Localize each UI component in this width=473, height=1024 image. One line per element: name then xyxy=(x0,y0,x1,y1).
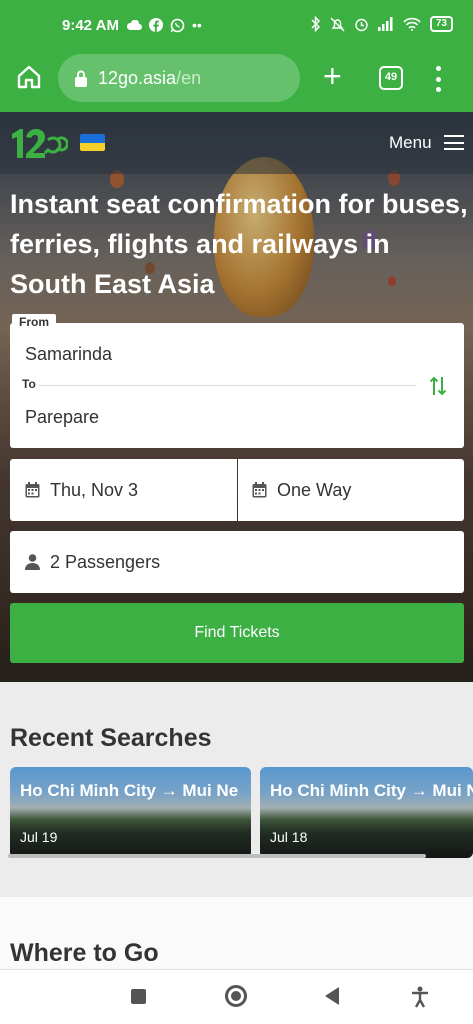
hamburger-menu-icon[interactable] xyxy=(444,135,464,150)
browser-menu-icon[interactable] xyxy=(428,66,448,92)
to-field[interactable]: Parepare xyxy=(25,407,99,428)
date-value: Thu, Nov 3 xyxy=(50,479,139,500)
home-icon[interactable] xyxy=(16,64,42,90)
address-bar[interactable]: 12go.asia/en xyxy=(58,54,300,102)
battery-icon: 73 xyxy=(429,16,453,32)
to-label: To xyxy=(19,377,39,391)
hero-section: Menu Instant seat confirmation for buses… xyxy=(0,112,473,682)
carousel-scrollbar[interactable] xyxy=(8,854,426,858)
accessibility-icon[interactable] xyxy=(410,986,430,1008)
person-icon xyxy=(25,554,40,570)
calendar-icon xyxy=(25,482,40,498)
system-navigation-bar xyxy=(0,969,473,1024)
passengers-picker[interactable]: 2 Passengers xyxy=(10,531,464,593)
where-to-go-title: Where to Go xyxy=(10,939,159,967)
12go-logo[interactable] xyxy=(8,120,68,164)
recent-searches-title: Recent Searches xyxy=(10,724,212,752)
facebook-icon xyxy=(149,18,163,32)
recent-search-card[interactable]: Ho Chi Minh City → Mui Ne Jul 18 xyxy=(260,767,473,858)
home-circle-icon[interactable] xyxy=(225,985,247,1007)
wifi-icon xyxy=(403,17,421,31)
cloud-icon xyxy=(127,19,142,30)
from-label: From xyxy=(12,314,56,330)
hero-headline: Instant seat confirmation for buses, fer… xyxy=(10,189,468,299)
alarm-icon xyxy=(355,18,368,31)
from-field[interactable]: Samarinda xyxy=(25,344,112,365)
browser-toolbar: 12go.asia/en + 49 xyxy=(0,52,473,112)
recents-square-icon[interactable] xyxy=(131,989,146,1004)
recent-searches-section: Recent Searches Ho Chi Minh City → Mui N… xyxy=(0,682,473,897)
url-domain: 12go.asia xyxy=(98,67,177,88)
trip-type-value: One Way xyxy=(277,479,352,500)
where-to-go-section: Where to Go xyxy=(0,897,473,969)
language-flag-icon[interactable] xyxy=(80,134,105,151)
new-tab-plus-icon[interactable]: + xyxy=(323,60,342,92)
status-bar: 9:42 AM •• 73 xyxy=(0,0,473,52)
menu-label[interactable]: Menu xyxy=(389,133,432,153)
recent-search-date: Jul 18 xyxy=(270,829,308,845)
more-dots-icon: •• xyxy=(192,17,202,33)
recent-search-route: Ho Chi Minh City → Mui Ne xyxy=(20,781,239,800)
site-header: Menu xyxy=(0,112,473,174)
swap-arrows-icon[interactable] xyxy=(429,375,447,397)
mute-icon xyxy=(330,17,345,31)
date-picker[interactable]: Thu, Nov 3 xyxy=(10,459,237,521)
lock-icon xyxy=(75,70,87,87)
passengers-value: 2 Passengers xyxy=(50,551,161,572)
status-system-icons: 73 xyxy=(311,16,453,32)
find-tickets-button[interactable]: Find Tickets xyxy=(10,603,464,663)
tab-switcher-button[interactable]: 49 xyxy=(379,66,403,90)
recent-search-route: Ho Chi Minh City → Mui Ne xyxy=(270,781,473,800)
whatsapp-icon xyxy=(170,18,185,32)
url-path: /en xyxy=(176,67,202,88)
signal-icon xyxy=(377,17,393,31)
route-selector: Samarinda To Parepare xyxy=(10,323,464,448)
trip-type-picker[interactable]: One Way xyxy=(238,459,464,521)
status-time: 9:42 AM xyxy=(62,17,119,34)
back-triangle-icon[interactable] xyxy=(325,987,339,1005)
recent-search-card[interactable]: Ho Chi Minh City → Mui Ne Jul 19 xyxy=(10,767,251,858)
status-notification-icons: •• xyxy=(126,17,202,33)
calendar-icon xyxy=(252,482,267,498)
bluetooth-icon xyxy=(311,16,320,32)
recent-search-date: Jul 19 xyxy=(20,829,58,845)
route-divider xyxy=(20,385,416,386)
